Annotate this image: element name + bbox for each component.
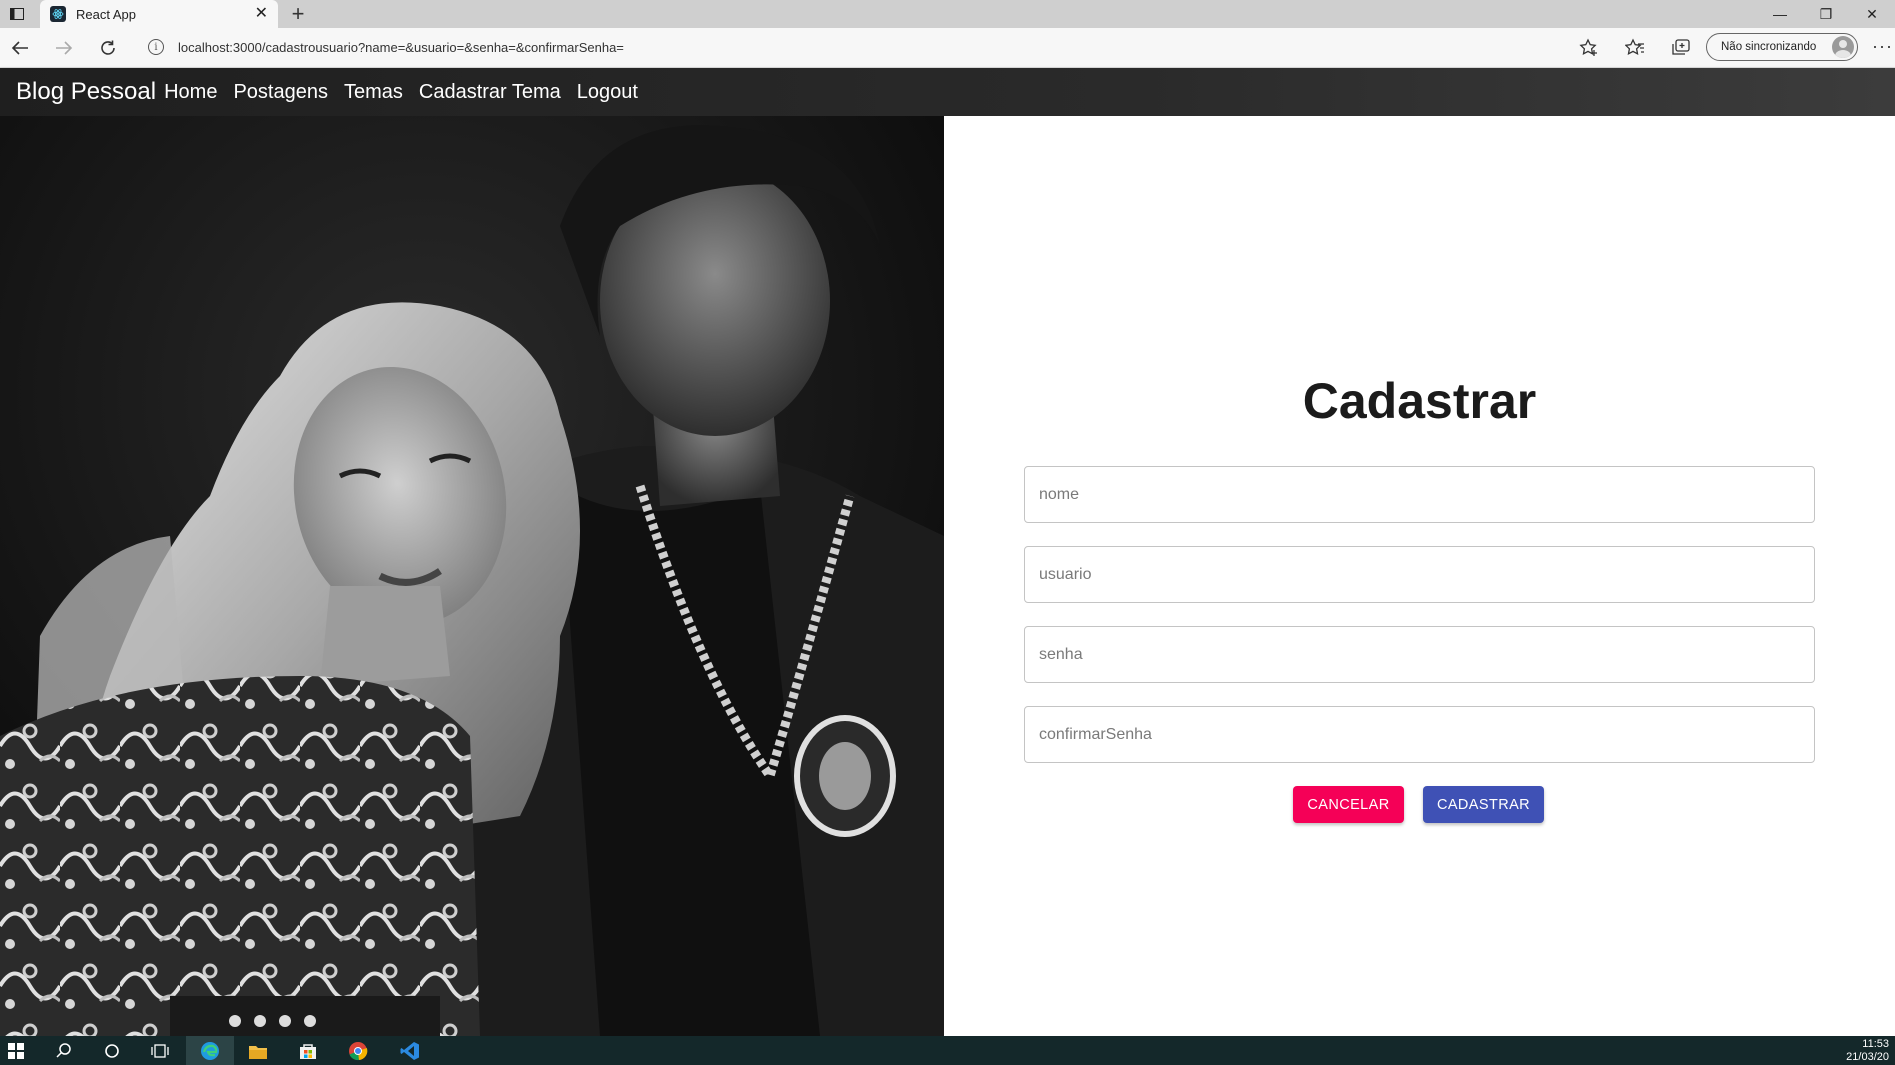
task-view-icon[interactable]	[136, 1036, 184, 1065]
window-controls: — ❐ ✕	[1757, 0, 1895, 28]
brand-title: Blog Pessoal	[16, 78, 157, 105]
profile-label: Não sincronizando	[1721, 41, 1817, 53]
confirmar-senha-input[interactable]	[1039, 707, 1814, 762]
more-icon[interactable]: ···	[1872, 36, 1893, 57]
chrome-icon[interactable]	[334, 1036, 382, 1065]
back-icon[interactable]	[8, 36, 32, 60]
nav-link-postagens[interactable]: Postagens	[233, 81, 328, 104]
url-text: localhost:3000/cadastrousuario?name=&usu…	[178, 39, 624, 55]
nav-link-home[interactable]: Home	[164, 81, 217, 104]
clock-time: 11:53	[1862, 1038, 1889, 1050]
nav-link-temas[interactable]: Temas	[344, 81, 403, 104]
clock-date: 21/03/20	[1846, 1051, 1889, 1063]
browser-tab-active[interactable]: React App ✕	[40, 0, 278, 28]
store-icon[interactable]	[284, 1036, 332, 1065]
register-form: Cadastrar CANCELAR CADASTRAR	[944, 116, 1895, 1036]
windows-start-icon[interactable]	[0, 1036, 40, 1065]
taskbar: 11:53 21/03/20	[0, 1036, 1895, 1065]
tab-actions-icon[interactable]	[6, 4, 28, 24]
profile-button[interactable]: Não sincronizando	[1706, 33, 1858, 61]
minimize-icon[interactable]: —	[1757, 0, 1803, 28]
avatar-icon	[1832, 36, 1854, 58]
collections-icon[interactable]	[1670, 37, 1692, 59]
vscode-icon[interactable]	[386, 1036, 434, 1065]
system-clock[interactable]: 11:53 21/03/20	[1846, 1038, 1889, 1064]
restore-icon[interactable]: ❐	[1803, 0, 1849, 28]
browser-toolbar: i localhost:3000/cadastrousuario?name=&u…	[0, 28, 1895, 68]
nome-input[interactable]	[1039, 467, 1814, 522]
favorites-icon[interactable]	[1624, 37, 1646, 59]
forward-icon[interactable]	[52, 36, 76, 60]
favorites-add-icon[interactable]	[1578, 37, 1600, 59]
search-icon[interactable]	[40, 1036, 88, 1065]
close-window-icon[interactable]: ✕	[1849, 0, 1895, 28]
nav-link-logout[interactable]: Logout	[577, 81, 638, 104]
app-navbar: Blog Pessoal Home Postagens Temas Cadast…	[0, 68, 1895, 116]
info-icon[interactable]: i	[148, 39, 164, 55]
new-tab-icon[interactable]: +	[286, 2, 310, 26]
submit-button[interactable]: CADASTRAR	[1423, 786, 1544, 823]
tab-title: React App	[76, 6, 136, 22]
nome-field[interactable]	[1024, 466, 1815, 523]
cortana-icon[interactable]	[88, 1036, 136, 1065]
refresh-icon[interactable]	[96, 36, 120, 60]
file-explorer-icon[interactable]	[234, 1036, 282, 1065]
senha-input[interactable]	[1039, 627, 1814, 682]
react-icon	[50, 6, 66, 22]
address-bar[interactable]: i localhost:3000/cadastrousuario?name=&u…	[140, 32, 1580, 62]
form-title: Cadastrar	[1302, 373, 1537, 429]
nav-link-cadastrar-tema[interactable]: Cadastrar Tema	[419, 81, 561, 104]
edge-icon[interactable]	[186, 1036, 234, 1065]
browser-tab-strip: React App ✕ + — ❐ ✕	[0, 0, 1895, 28]
senha-field[interactable]	[1024, 626, 1815, 683]
hero-photo	[0, 116, 944, 1036]
cancel-button[interactable]: CANCELAR	[1293, 786, 1404, 823]
confirmar-senha-field[interactable]	[1024, 706, 1815, 763]
usuario-input[interactable]	[1039, 547, 1814, 602]
usuario-field[interactable]	[1024, 546, 1815, 603]
close-tab-icon[interactable]: ✕	[255, 5, 268, 23]
